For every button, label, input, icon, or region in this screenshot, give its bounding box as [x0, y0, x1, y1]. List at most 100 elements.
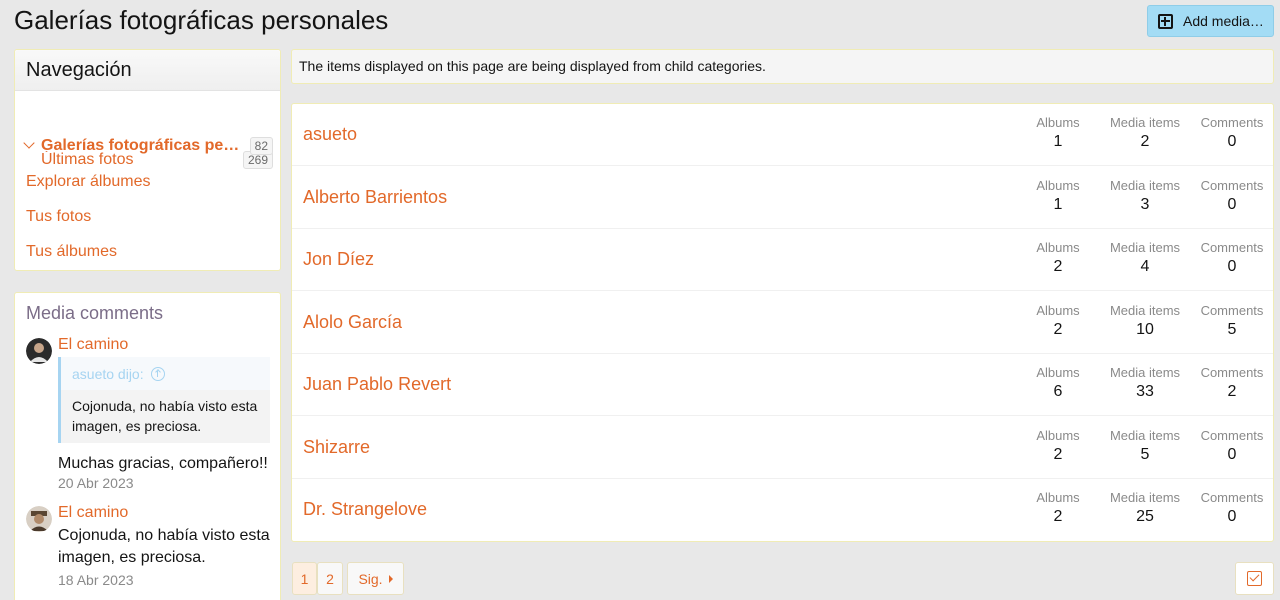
category-name[interactable]: Alberto Barrientos — [303, 187, 447, 208]
albums-stat: Albums 2 — [1028, 303, 1088, 339]
nav-item-explore-albums[interactable]: Explorar álbumes — [15, 167, 280, 197]
category-row: Alberto Barrientos Albums 1 Media items 3 Com… — [292, 167, 1273, 229]
stat-label: Comments — [1200, 302, 1264, 318]
albums-stat: Albums 2 — [1028, 240, 1088, 276]
add-media-label: Add media… — [1183, 13, 1264, 29]
stat-label: Comments — [1200, 490, 1264, 505]
category-name[interactable]: asueto — [303, 124, 357, 145]
quote-text: Cojonuda, no había visto esta imagen, es… — [72, 398, 258, 434]
category-row: asueto Albums 1 Media items 2 Comments 0 — [292, 104, 1273, 166]
next-page-button[interactable]: Sig. — [347, 562, 404, 595]
stat-value: 25 — [1136, 508, 1154, 525]
add-media-button[interactable]: Add media… — [1147, 5, 1274, 37]
stat-label: Comments — [1200, 177, 1264, 193]
stat-label: Media items — [1109, 302, 1181, 318]
category-row: Alolo García Albums 2 Media items 10 Comments… — [292, 292, 1273, 354]
stat-value: 1 — [1053, 195, 1063, 213]
category-name[interactable]: Juan Pablo Revert — [303, 374, 451, 395]
stat-value: 5 — [1227, 320, 1237, 338]
comments-stat: Comments 0 — [1197, 490, 1267, 526]
comment-author[interactable]: El camino — [58, 504, 128, 522]
albums-stat: Albums 2 — [1028, 428, 1088, 464]
albums-stat: Albums 6 — [1028, 365, 1088, 401]
stat-value: 0 — [1227, 508, 1237, 525]
stat-value: 2 — [1227, 383, 1237, 400]
comments-stat: Comments 0 — [1197, 178, 1267, 214]
media-items-stat: Media items 2 — [1107, 115, 1183, 151]
select-toggle-button[interactable] — [1235, 562, 1274, 595]
stat-value: 3 — [1140, 195, 1150, 213]
category-name[interactable]: Dr. Strangelove — [303, 499, 427, 520]
stat-label: Media items — [1109, 115, 1181, 130]
stat-value: 0 — [1227, 258, 1237, 275]
media-items-stat: Media items 5 — [1107, 428, 1183, 464]
arrow-up-circle-icon[interactable] — [150, 366, 165, 381]
stat-label: Media items — [1109, 240, 1181, 255]
nav-item-your-photos[interactable]: Tus fotos — [15, 202, 280, 232]
stat-value: 0 — [1227, 133, 1237, 150]
stat-label: Albums — [1036, 240, 1080, 255]
comment-date: 18 Abr 2023 — [58, 572, 134, 588]
stat-value: 2 — [1053, 320, 1063, 338]
nav-item-label: Explorar álbumes — [26, 173, 151, 190]
nav-item-personal-galleries[interactable]: Galerías fotográficas personales 82 — [15, 131, 280, 161]
stat-label: Comments — [1200, 115, 1264, 130]
comment-text: Muchas gracias, compañero!! — [58, 455, 268, 472]
stat-label: Comments — [1200, 240, 1264, 255]
child-categories-notice: The items displayed on this page are bei… — [291, 49, 1274, 84]
stat-value: 2 — [1053, 445, 1063, 463]
comments-stat: Comments 2 — [1197, 365, 1267, 401]
media-comments-title: Media comments — [26, 303, 164, 323]
stat-label: Albums — [1036, 115, 1080, 130]
category-row: Dr. Strangelove Albums 2 Media items 25 Comme… — [292, 479, 1273, 541]
comments-stat: Comments 5 — [1197, 303, 1267, 339]
stat-value: 0 — [1227, 195, 1237, 213]
comment-author[interactable]: El camino — [58, 336, 128, 354]
media-comments-block: Media comments El camino asueto dijo: Co… — [14, 292, 281, 600]
comments-stat: Comments 0 — [1197, 428, 1267, 464]
page-2-button[interactable]: 2 — [317, 562, 343, 595]
media-items-stat: Media items 3 — [1107, 178, 1183, 214]
stat-label: Albums — [1036, 365, 1080, 380]
comments-stat: Comments 0 — [1197, 240, 1267, 276]
quote-author: asueto dijo: — [72, 365, 144, 382]
navigation-block: Navegación Últimas fotos 269 Galerías fo… — [14, 49, 281, 271]
stat-value: 2 — [1053, 508, 1063, 525]
nav-item-label: Tus fotos — [26, 208, 92, 225]
stat-value: 2 — [1140, 133, 1150, 150]
next-page-label: Sig. — [358, 570, 383, 587]
category-name[interactable]: Jon Díez — [303, 249, 374, 270]
count-badge: 82 — [249, 137, 273, 155]
nav-item-your-albums[interactable]: Tus álbumes — [15, 237, 280, 267]
checkbox-icon — [1247, 571, 1262, 586]
stat-value: 33 — [1136, 383, 1154, 400]
albums-stat: Albums 1 — [1028, 115, 1088, 151]
stat-value: 6 — [1053, 383, 1063, 400]
category-row: Juan Pablo Revert Albums 6 Media items 33 Com… — [292, 354, 1273, 416]
stat-label: Media items — [1109, 177, 1181, 193]
stat-label: Media items — [1109, 490, 1181, 505]
albums-stat: Albums 1 — [1028, 178, 1088, 214]
caret-right-icon — [388, 574, 393, 583]
stat-label: Media items — [1109, 365, 1181, 380]
navigation-title: Navegación — [15, 50, 280, 91]
media-items-stat: Media items 4 — [1107, 240, 1183, 276]
avatar[interactable] — [26, 338, 52, 364]
category-name[interactable]: Alolo García — [303, 312, 402, 333]
category-row: Shizarre Albums 2 Media items 5 Comments 0 — [292, 417, 1273, 479]
media-items-stat: Media items 25 — [1107, 490, 1183, 526]
page-title: Galerías fotográficas personales — [14, 5, 389, 35]
category-list: asueto Albums 1 Media items 2 Comments 0 Albert… — [291, 103, 1274, 542]
comment-text: Cojonuda, no había visto esta imagen, es… — [58, 527, 270, 566]
category-name[interactable]: Shizarre — [303, 437, 370, 458]
media-items-stat: Media items 33 — [1107, 365, 1183, 401]
page-1-button[interactable]: 1 — [292, 562, 317, 595]
stat-value: 2 — [1053, 258, 1063, 275]
comment-date: 20 Abr 2023 — [58, 475, 134, 491]
nav-item-label: Galerías fotográficas personales — [41, 137, 245, 154]
stat-value: 4 — [1140, 258, 1150, 275]
quote-header[interactable]: asueto dijo: — [61, 357, 270, 390]
avatar[interactable] — [26, 506, 52, 532]
plus-square-icon — [1158, 13, 1173, 29]
category-row: Jon Díez Albums 2 Media items 4 Comments 0 — [292, 229, 1273, 291]
